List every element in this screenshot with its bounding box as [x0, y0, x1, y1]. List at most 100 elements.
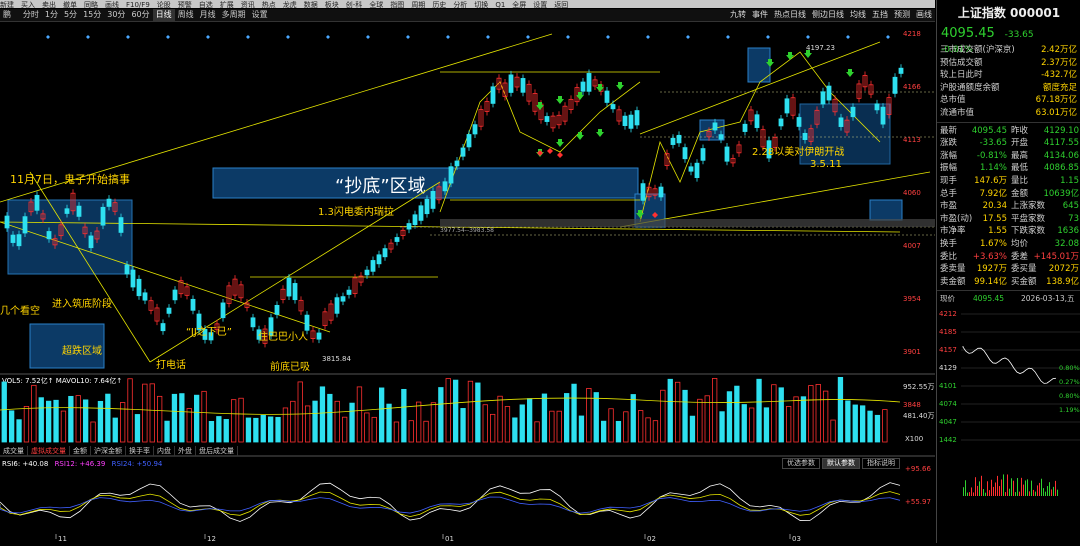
volume-bar [630, 394, 636, 443]
period-0[interactable]: 分时 [20, 9, 42, 21]
indicator-tab-0[interactable]: 成交量 [0, 446, 28, 456]
tool-5[interactable]: 五挡 [869, 9, 891, 21]
menu-24[interactable]: 全屏 [512, 1, 526, 8]
candle [448, 166, 454, 184]
intraday-tick: 4101 [939, 382, 957, 390]
volume-bar [438, 387, 444, 443]
intraday-vol-bar [969, 491, 970, 496]
candles [4, 64, 904, 348]
volume-bar [134, 414, 141, 443]
indicator-tab-1[interactable]: 虚拟成交量 [28, 446, 70, 456]
menu-18[interactable]: 指图 [390, 1, 404, 8]
candle [340, 296, 346, 302]
date-tick: 03 [792, 535, 801, 543]
period-9[interactable]: 多周期 [219, 9, 249, 21]
menu-9[interactable]: 自选 [199, 1, 213, 8]
intraday-vol-bar [989, 489, 990, 496]
tool-0[interactable]: 九转 [727, 9, 749, 21]
annotation-call: 打电话 [156, 358, 186, 371]
quote-pair-row: 最新 4095.45 昨收 4129.10 [940, 125, 1079, 136]
menu-15[interactable]: 板块 [325, 1, 339, 8]
rsi-labels: RSI6: +40.08 RSI12: +46.39 RSI24: +50.94 [2, 460, 163, 468]
indicator-tab-5[interactable]: 内盘 [154, 446, 175, 456]
param-tab-2[interactable]: 指标说明 [862, 458, 900, 469]
menu-11[interactable]: 资讯 [241, 1, 255, 8]
candle [286, 277, 292, 297]
period-5[interactable]: 60分 [128, 9, 152, 21]
volume-bar [726, 391, 733, 443]
volume-bar [16, 419, 22, 443]
candle [34, 194, 40, 211]
candle [640, 183, 646, 201]
menu-21[interactable]: 分析 [453, 1, 467, 8]
menu-1[interactable]: 买入 [21, 1, 35, 8]
quote-row: 流通市值 63.01万亿 [940, 107, 1077, 118]
candle [508, 74, 514, 93]
intraday-vol-bar [1017, 477, 1018, 496]
param-tab-0[interactable]: 优选参数 [782, 458, 820, 469]
tool-4[interactable]: 均线 [847, 9, 869, 21]
top-marker [46, 35, 50, 39]
quote-row: 三市成交额(沪深京) 2.42万亿 [940, 45, 1077, 55]
menu-0[interactable]: 新建 [0, 1, 14, 8]
candle [130, 269, 136, 288]
candle [880, 106, 886, 125]
period-4[interactable]: 30分 [104, 9, 128, 21]
menu-10[interactable]: 扩展 [220, 1, 234, 8]
period-2[interactable]: 5分 [61, 9, 80, 21]
indicator-tab-7[interactable]: 盘后成交量 [196, 446, 238, 456]
intraday-chart[interactable]: 4212 4185 4157 4129 4101 4074 4047 1442 0.80% 0.2… [937, 306, 1080, 506]
param-tab-1[interactable]: 默认参数 [822, 458, 860, 469]
menu-17[interactable]: 全球 [369, 1, 383, 8]
menu-2[interactable]: 卖出 [42, 1, 56, 8]
candle [376, 254, 382, 265]
volume-bar [800, 396, 807, 443]
period-10[interactable]: 设置 [249, 9, 271, 21]
period-1[interactable]: 1分 [42, 9, 61, 21]
candle [754, 114, 760, 128]
volume-bar [386, 403, 392, 443]
period-6[interactable]: 日线 [152, 9, 175, 21]
menu-19[interactable]: 周期 [411, 1, 425, 8]
indicator-tab-4[interactable]: 换手率 [126, 446, 154, 456]
menu-26[interactable]: 返回 [554, 1, 568, 8]
menu-16[interactable]: 创-科 [346, 1, 363, 8]
volume-bar [712, 378, 718, 443]
menu-23[interactable]: Q1 [495, 1, 505, 8]
menu-6[interactable]: F10/F9 [126, 1, 150, 8]
volume-bar [208, 420, 215, 443]
indicator-tab-2[interactable]: 金额 [70, 446, 91, 456]
menu-20[interactable]: 历史 [432, 1, 446, 8]
candle [166, 307, 172, 314]
menu-12[interactable]: 热点 [262, 1, 276, 8]
vol-axis-3: X100 [905, 435, 923, 443]
volume-bar [867, 410, 873, 443]
indicator-tab-3[interactable]: 沪深金额 [91, 446, 126, 456]
menu-7[interactable]: 论股 [157, 1, 171, 8]
intraday-price: 4095.45 [973, 294, 1005, 304]
menu-4[interactable]: 同略 [84, 1, 98, 8]
menu-25[interactable]: 设置 [533, 1, 547, 8]
period-8[interactable]: 月线 [197, 9, 219, 21]
tool-3[interactable]: 侧边日线 [809, 9, 847, 21]
intraday-tick: 4212 [939, 310, 957, 318]
menu-3[interactable]: 撤单 [63, 1, 77, 8]
indicator-tab-6[interactable]: 外盘 [175, 446, 196, 456]
menu-5[interactable]: 画线 [105, 1, 119, 8]
candle [430, 190, 436, 209]
menu-13[interactable]: 龙虎 [283, 1, 297, 8]
tool-1[interactable]: 事件 [749, 9, 771, 21]
intraday-vol-bar [995, 482, 996, 496]
volume-bar [541, 393, 548, 443]
period-3[interactable]: 15分 [80, 9, 104, 21]
tool-7[interactable]: 画线 [913, 9, 935, 21]
candle [220, 302, 226, 319]
tool-6[interactable]: 预测 [891, 9, 913, 21]
tool-2[interactable]: 热点日线 [771, 9, 809, 21]
volume-bar [312, 400, 318, 443]
intraday-vol-bar [1011, 478, 1012, 496]
menu-14[interactable]: 数据 [304, 1, 318, 8]
menu-8[interactable]: 预警 [178, 1, 192, 8]
period-7[interactable]: 周线 [175, 9, 197, 21]
menu-22[interactable]: 切换 [474, 1, 488, 8]
